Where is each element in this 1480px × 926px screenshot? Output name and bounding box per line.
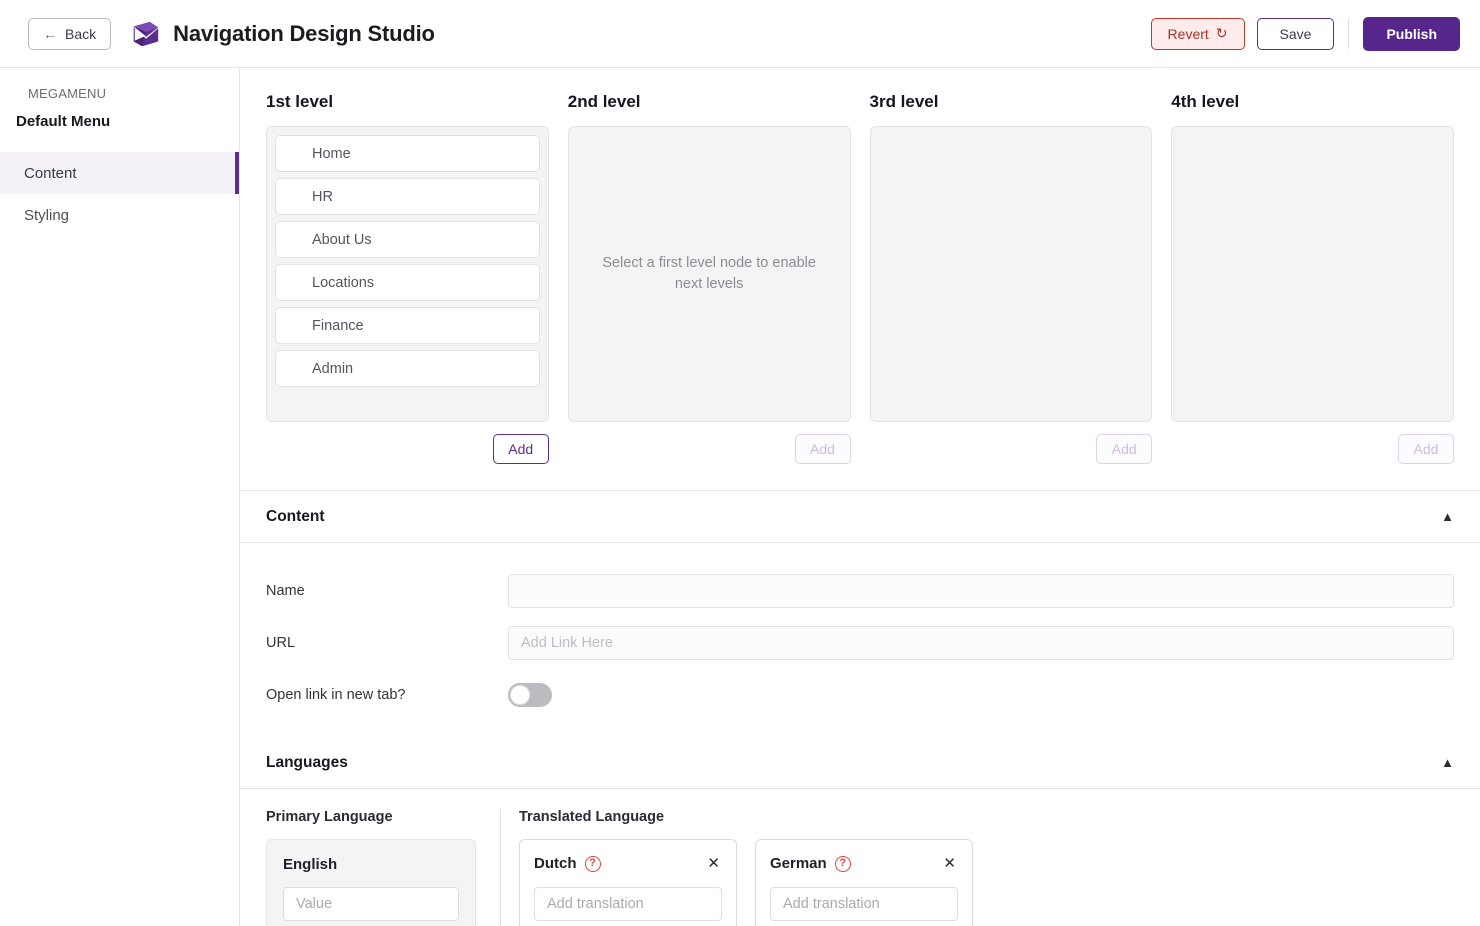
- page-title: Navigation Design Studio: [173, 20, 435, 46]
- translation-card-german: German ? ✕: [755, 839, 973, 926]
- chevron-up-icon[interactable]: ▲: [1441, 510, 1454, 523]
- new-tab-label: Open link in new tab?: [266, 687, 406, 703]
- translation-card-dutch: Dutch ? ✕: [519, 839, 737, 926]
- name-input[interactable]: [508, 574, 1454, 608]
- refresh-icon: ↻: [1215, 25, 1228, 41]
- sidebar: MEGAMENU Default Menu Content Styling: [0, 68, 240, 926]
- translation-input-german[interactable]: [770, 887, 958, 921]
- cube-logo-icon: [133, 21, 159, 46]
- app-header: ← Back Navigation Design Studio Revert ↻…: [0, 0, 1480, 68]
- primary-language-heading: Primary Language: [266, 809, 393, 825]
- sidebar-menu-name: Default Menu: [16, 113, 111, 130]
- level-title: 4th level: [1171, 92, 1240, 111]
- brand: Navigation Design Studio: [131, 19, 435, 49]
- name-field-label: Name: [266, 583, 305, 599]
- url-input[interactable]: [508, 626, 1454, 660]
- app-body: MEGAMENU Default Menu Content Styling 1s…: [0, 68, 1480, 926]
- primary-language-card: English: [266, 839, 476, 926]
- level-column-4: 4th level Add: [1171, 92, 1454, 464]
- sidebar-item-styling[interactable]: Styling: [0, 194, 239, 236]
- level-panel-2: Select a first level node to enable next…: [567, 126, 851, 422]
- translated-language-heading: Translated Language: [519, 809, 665, 825]
- menu-node[interactable]: Home: [275, 135, 540, 172]
- level-empty-message: Select a first level node to enable next…: [602, 254, 816, 292]
- add-node-button-level3[interactable]: Add: [1096, 434, 1153, 464]
- translation-language-name: Dutch: [534, 855, 577, 872]
- menu-node[interactable]: About Us: [275, 221, 540, 258]
- toggle-knob: [510, 685, 530, 705]
- content-section-title: Content: [266, 507, 325, 525]
- translation-input-dutch[interactable]: [534, 887, 722, 921]
- translation-language-name: German: [770, 855, 827, 872]
- question-circle-icon[interactable]: ?: [584, 855, 601, 872]
- name-field-row: Name: [266, 565, 1454, 617]
- arrow-left-icon: ←: [43, 25, 57, 42]
- back-button-label: Back: [65, 25, 97, 42]
- languages-section-header[interactable]: Languages ▲: [240, 737, 1480, 789]
- add-row: Add: [870, 422, 1153, 464]
- translated-language-block: Translated Language Dutch ? ✕ German: [501, 809, 1454, 926]
- level-panel-4: [1171, 126, 1454, 422]
- level-column-1: 1st level Home HR About Us Locations Fin…: [266, 92, 549, 464]
- save-button-label: Save: [1279, 25, 1312, 42]
- header-actions: Revert ↻ Save Publish: [1150, 16, 1460, 51]
- close-icon[interactable]: ✕: [941, 854, 958, 873]
- menu-node[interactable]: HR: [275, 178, 540, 215]
- add-row: Add: [568, 422, 851, 464]
- back-button[interactable]: ← Back: [28, 17, 112, 50]
- primary-language-value-input[interactable]: [283, 887, 459, 921]
- level-title: 2nd level: [567, 92, 641, 111]
- level-title: 3rd level: [869, 92, 939, 111]
- level-panel-3: [869, 126, 1153, 422]
- add-node-button-level2[interactable]: Add: [794, 434, 851, 464]
- close-icon[interactable]: ✕: [705, 854, 722, 873]
- url-field-label: URL: [266, 635, 296, 651]
- languages-section-body: Primary Language English Translated Lang…: [240, 789, 1480, 926]
- primary-language-name: English: [283, 856, 338, 873]
- add-row: Add: [266, 422, 549, 464]
- revert-button[interactable]: Revert ↻: [1150, 17, 1245, 50]
- action-divider: [1348, 18, 1350, 49]
- translation-card-header: German ? ✕: [770, 854, 958, 873]
- content-section-body: Name URL Open link in new tab?: [240, 543, 1480, 737]
- translation-card-header: Dutch ? ✕: [534, 854, 722, 873]
- content-section-header[interactable]: Content ▲: [240, 491, 1480, 543]
- sidebar-eyebrow: MEGAMENU: [28, 86, 107, 101]
- new-tab-toggle-row: Open link in new tab?: [266, 669, 1454, 721]
- level-title: 1st level: [266, 92, 334, 111]
- save-button[interactable]: Save: [1256, 17, 1335, 50]
- publish-button[interactable]: Publish: [1363, 16, 1460, 51]
- revert-button-label: Revert: [1167, 25, 1209, 42]
- sidebar-item-content[interactable]: Content: [0, 152, 239, 194]
- chevron-up-icon[interactable]: ▲: [1441, 756, 1454, 769]
- publish-button-label: Publish: [1386, 25, 1437, 42]
- url-field-row: URL: [266, 617, 1454, 669]
- question-circle-icon[interactable]: ?: [834, 855, 851, 872]
- levels-board: 1st level Home HR About Us Locations Fin…: [240, 68, 1480, 491]
- primary-language-block: Primary Language English: [266, 809, 501, 926]
- level-column-3: 3rd level Add: [869, 92, 1153, 464]
- menu-node[interactable]: Admin: [275, 350, 540, 387]
- level-panel-1[interactable]: Home HR About Us Locations Finance Admin: [266, 126, 549, 422]
- sidebar-item-label: Styling: [24, 206, 70, 224]
- open-in-new-tab-toggle[interactable]: [508, 683, 552, 707]
- menu-node[interactable]: Locations: [275, 264, 540, 301]
- add-node-button-level4[interactable]: Add: [1398, 434, 1454, 464]
- languages-section-title: Languages: [266, 753, 348, 771]
- menu-node[interactable]: Finance: [275, 307, 540, 344]
- level-column-2: 2nd level Select a first level node to e…: [567, 92, 851, 464]
- sidebar-item-label: Content: [24, 164, 77, 182]
- add-row: Add: [1171, 422, 1454, 464]
- add-node-button-level1[interactable]: Add: [492, 434, 549, 464]
- translated-language-cards: Dutch ? ✕ German ? ✕: [519, 839, 1454, 926]
- main-content: 1st level Home HR About Us Locations Fin…: [240, 68, 1480, 926]
